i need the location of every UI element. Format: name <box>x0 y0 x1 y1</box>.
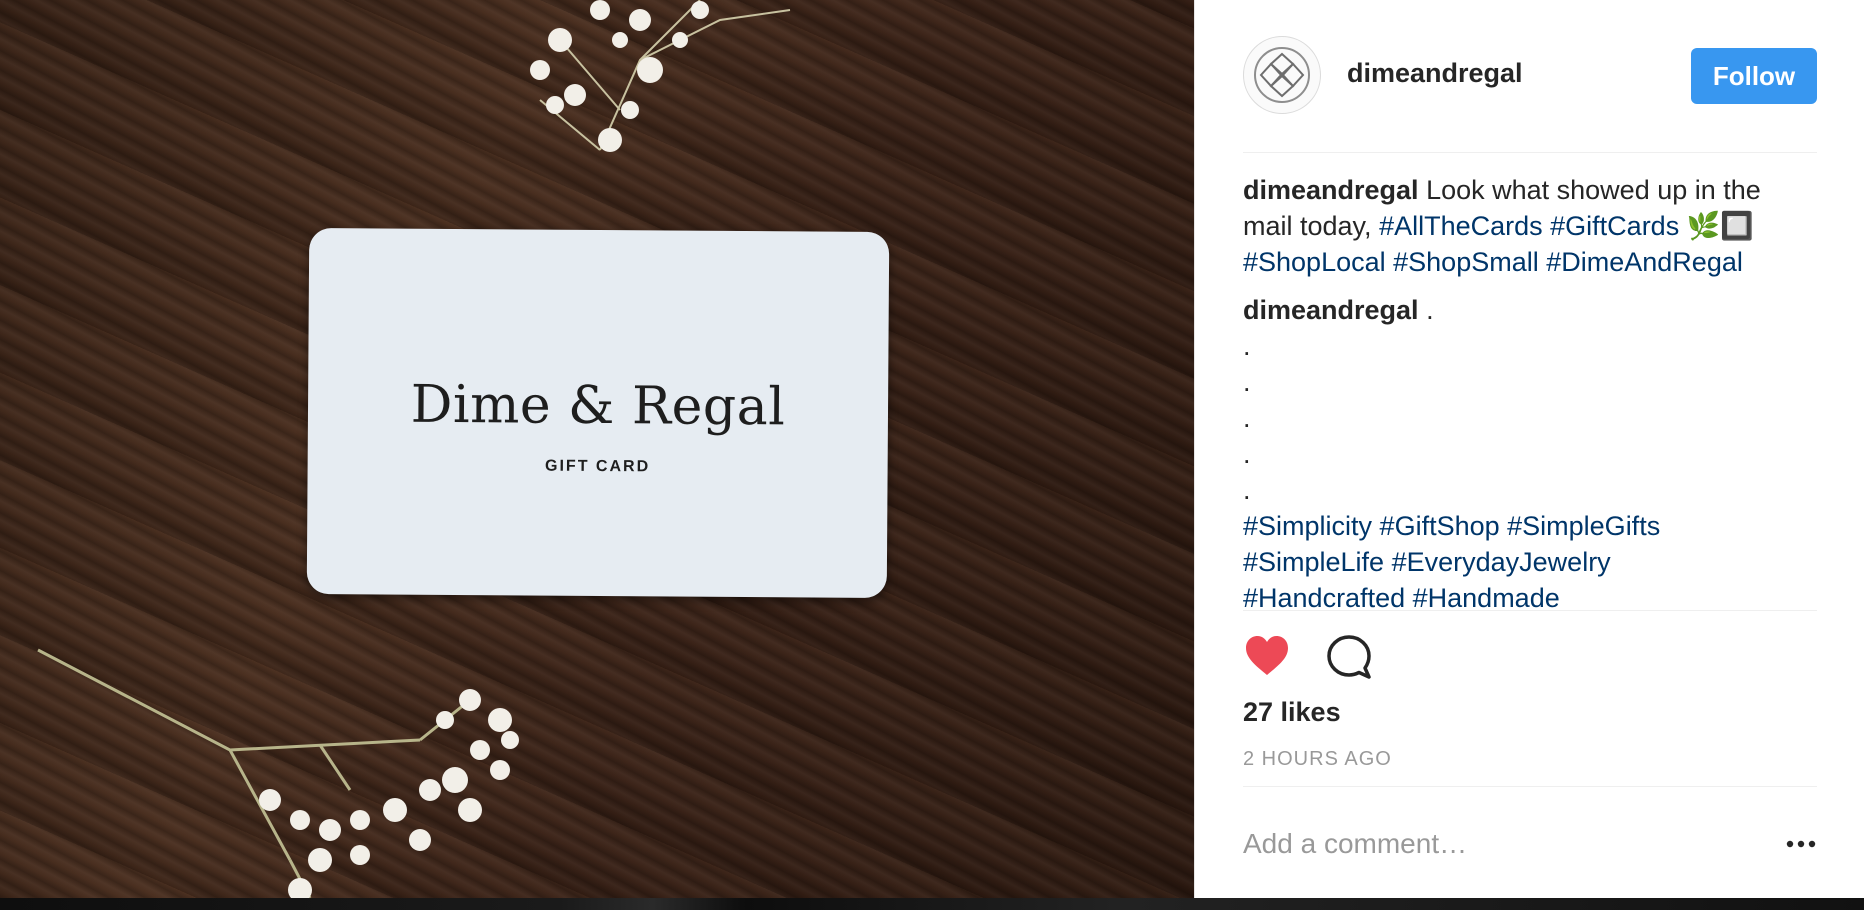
post-image[interactable]: Dime & Regal GIFT CARD <box>0 0 1194 898</box>
likes-count[interactable]: 27 likes <box>1243 697 1341 728</box>
heart-filled-icon[interactable] <box>1243 632 1291 680</box>
comment: dimeandregal . . . . . . #Simplicity #Gi… <box>1243 292 1817 610</box>
post-timestamp[interactable]: 2 HOURS AGO <box>1243 748 1392 771</box>
gift-card: Dime & Regal GIFT CARD <box>306 227 890 599</box>
comment-hashtags: #Simplicity #GiftShop #SimpleGifts #Simp… <box>1243 508 1817 610</box>
action-bar <box>1243 632 1443 680</box>
hashtag-link[interactable]: #SimpleLife <box>1243 547 1384 577</box>
hashtag-link[interactable]: #Handmade <box>1413 583 1560 610</box>
hashtag-link[interactable]: #SimpleGifts <box>1507 511 1660 541</box>
caption-username[interactable]: dimeandregal <box>1243 175 1419 205</box>
post-sidebar: dimeandregal Follow dimeandregal Look wh… <box>1194 0 1864 898</box>
comment-divider <box>1243 786 1817 787</box>
header-username[interactable]: dimeandregal <box>1347 58 1523 89</box>
comment-bubble-icon[interactable] <box>1325 632 1373 680</box>
bottom-strip <box>0 898 1864 910</box>
comment-dot: . <box>1243 367 1251 397</box>
avatar[interactable] <box>1243 36 1321 114</box>
follow-button[interactable]: Follow <box>1691 48 1817 104</box>
comment-dot: . <box>1243 331 1251 361</box>
card-subtitle: GIFT CARD <box>545 457 651 476</box>
hashtag-link[interactable]: #AllTheCards <box>1379 211 1543 241</box>
hashtag-link[interactable]: #EverydayJewelry <box>1392 547 1611 577</box>
comment-dot: . <box>1243 439 1251 469</box>
comment-dot: . <box>1243 403 1251 433</box>
comment-dot: . <box>1243 475 1251 505</box>
comment-text: . <box>1418 295 1434 325</box>
header-divider <box>1243 152 1817 153</box>
hashtag-link[interactable]: #DimeAndRegal <box>1546 247 1743 277</box>
actions-divider <box>1243 610 1817 611</box>
caption-emoji: 🌿🔲 <box>1686 211 1754 241</box>
caption-area: dimeandregal Look what showed up in the … <box>1243 172 1817 610</box>
brand-logo-icon <box>1254 47 1310 103</box>
comment-username[interactable]: dimeandregal <box>1243 295 1419 325</box>
hashtag-link[interactable]: #Handcrafted <box>1243 583 1405 610</box>
card-title: Dime & Regal <box>410 374 786 438</box>
post-header: dimeandregal Follow <box>1243 36 1817 116</box>
hashtag-link[interactable]: #Simplicity <box>1243 511 1372 541</box>
hashtag-link[interactable]: #GiftShop <box>1380 511 1500 541</box>
hashtag-link[interactable]: #ShopSmall <box>1393 247 1539 277</box>
caption: dimeandregal Look what showed up in the … <box>1243 172 1817 280</box>
ellipsis-icon[interactable] <box>1785 830 1817 858</box>
hashtag-link[interactable]: #GiftCards <box>1550 211 1679 241</box>
hashtag-link[interactable]: #ShopLocal <box>1243 247 1386 277</box>
comment-input[interactable] <box>1243 822 1743 866</box>
